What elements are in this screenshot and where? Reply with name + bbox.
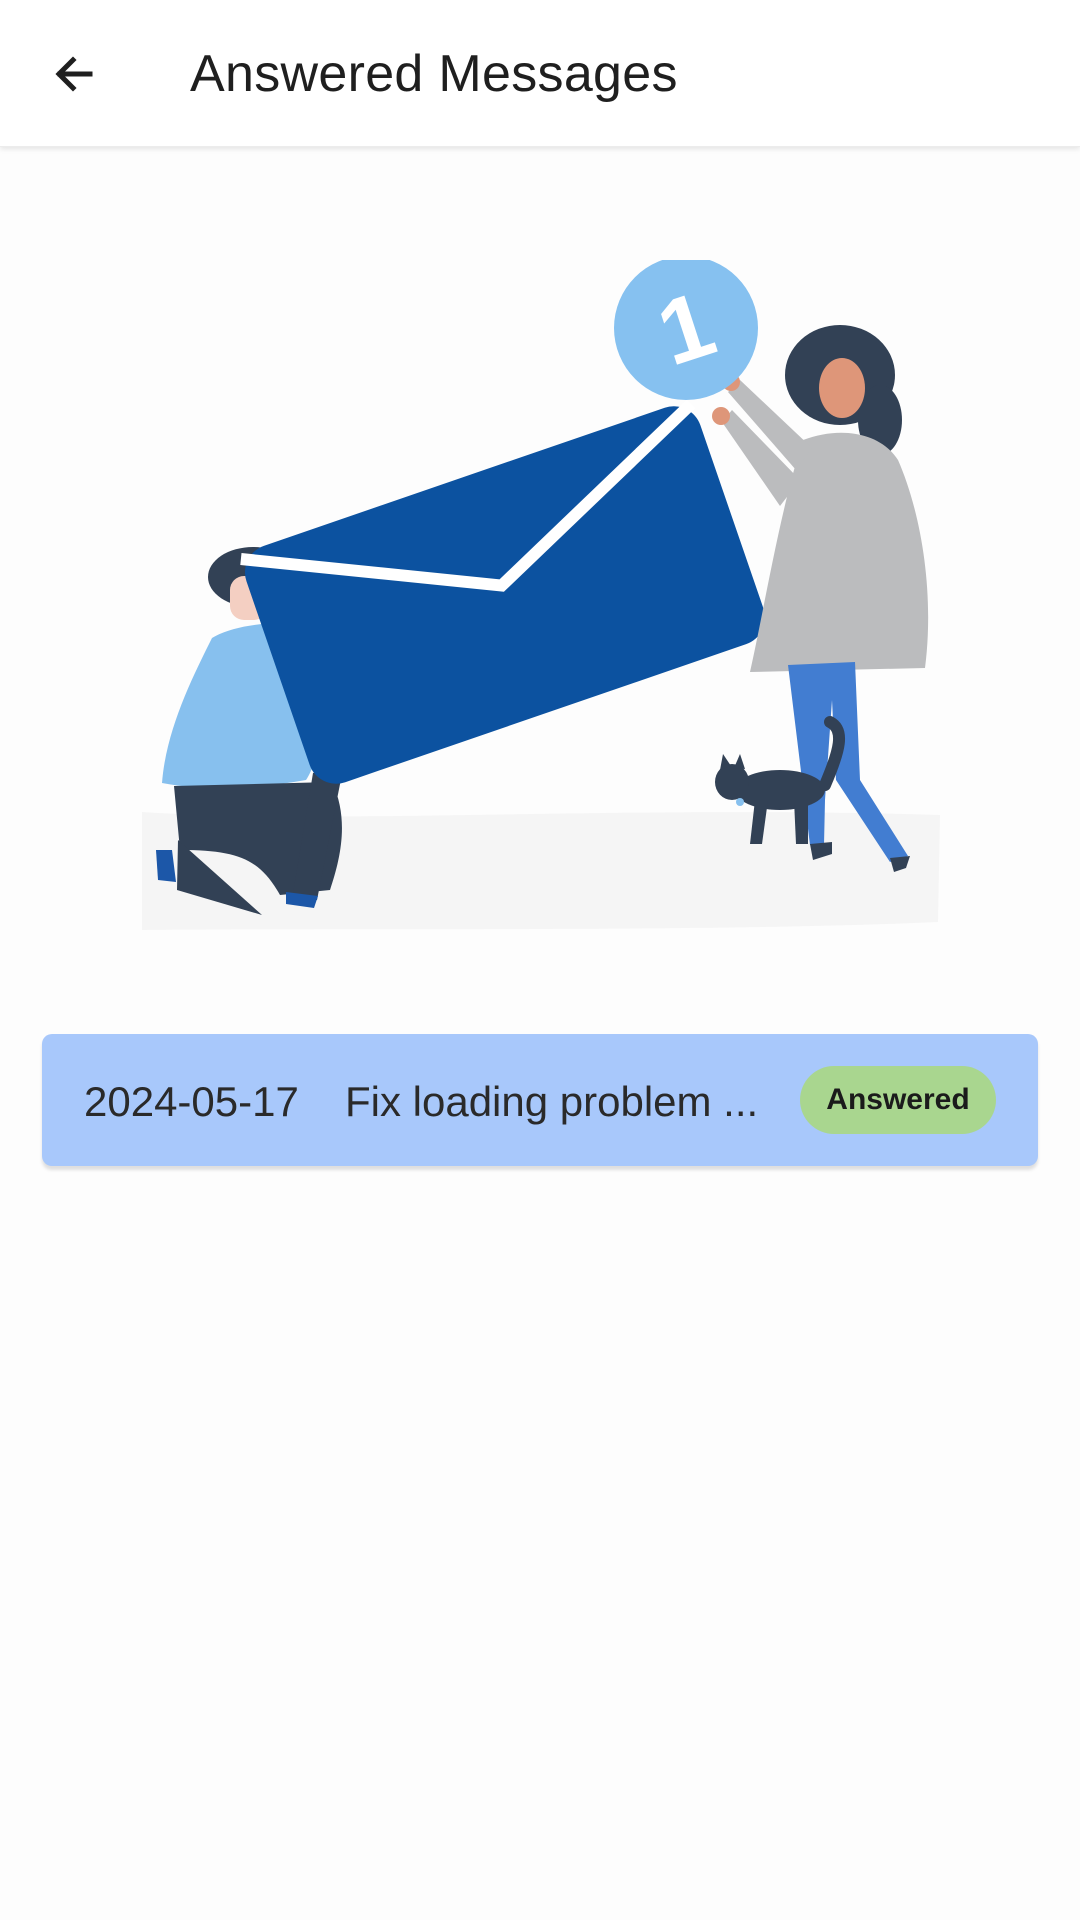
envelope-graphic bbox=[240, 399, 766, 784]
message-card[interactable]: 2024-05-17 Fix loading problem ... Answe… bbox=[42, 1034, 1038, 1166]
message-subject: Fix loading problem ... bbox=[345, 1078, 759, 1125]
status-badge: Answered bbox=[800, 1066, 996, 1134]
arrow-left-icon bbox=[55, 56, 93, 92]
messages-illustration: 1 bbox=[142, 260, 940, 930]
back-button[interactable] bbox=[34, 34, 114, 114]
notification-badge-graphic: 1 bbox=[614, 260, 758, 400]
app-bar: Answered Messages bbox=[0, 0, 1080, 147]
page-title: Answered Messages bbox=[190, 45, 678, 103]
message-date: 2024-05-17 bbox=[84, 1078, 299, 1125]
